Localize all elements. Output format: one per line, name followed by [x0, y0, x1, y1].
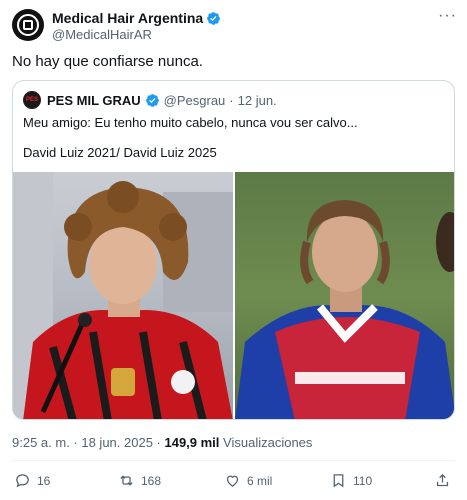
action-bar: 16 168 6 mil 110: [14, 472, 454, 492]
like-count: 6 mil: [247, 473, 273, 488]
author-display-name[interactable]: Medical Hair Argentina: [52, 10, 203, 26]
share-button[interactable]: [434, 472, 451, 489]
quoted-tweet[interactable]: PES PES MIL GRAU @Pesgrau · 12 jun. Meu …: [12, 80, 455, 420]
tweet-text: No hay que confiarse nunca.: [12, 53, 203, 70]
share-icon: [436, 473, 449, 487]
quoted-text-line-2: David Luiz 2021/ David Luiz 2025: [23, 145, 217, 160]
tweet-timestamp[interactable]: 9:25 a. m. · 18 jun. 2025 ·: [12, 435, 164, 450]
author-avatar[interactable]: [12, 9, 44, 41]
tweet-meta: 9:25 a. m. · 18 jun. 2025 · 149,9 mil Vi…: [12, 435, 312, 450]
views-count: 149,9 mil: [164, 435, 220, 450]
like-button[interactable]: 6 mil: [224, 472, 272, 489]
quoted-separator: ·: [229, 92, 234, 108]
views-label: Visualizaciones: [219, 435, 313, 450]
photo-left-illustration: [13, 172, 233, 419]
ellipsis-icon[interactable]: ···: [438, 8, 457, 24]
repost-icon: [120, 475, 133, 486]
quoted-text-line-1: Meu amigo: Eu tenho muito cabelo, nunca …: [23, 115, 358, 130]
heart-icon: [226, 475, 239, 487]
quoted-date: 12 jun.: [237, 92, 277, 108]
quoted-handle: @Pesgrau: [163, 92, 226, 108]
author-handle[interactable]: @MedicalHairAR: [52, 27, 152, 42]
bookmark-button[interactable]: 110: [330, 472, 372, 489]
verified-badge-icon: [145, 93, 159, 107]
quoted-media: [13, 172, 454, 419]
photo-left[interactable]: [13, 172, 233, 419]
quoted-avatar: PES: [23, 91, 41, 109]
quoted-display-name: PES MIL GRAU: [47, 92, 141, 108]
reply-icon: [16, 474, 29, 488]
quoted-header: PES PES MIL GRAU @Pesgrau · 12 jun.: [23, 91, 277, 109]
repost-count: 168: [141, 473, 162, 488]
author-name-row: Medical Hair Argentina: [52, 10, 221, 26]
photo-right-illustration: [235, 200, 454, 419]
bookmark-count: 110: [353, 473, 373, 488]
reply-count: 16: [37, 473, 51, 488]
quoted-avatar-text: PES: [25, 97, 38, 103]
divider: [12, 460, 455, 461]
tweet-header: Medical Hair Argentina @MedicalHairAR ··…: [12, 8, 457, 42]
avatar-logo-icon: [17, 14, 39, 36]
photo-right[interactable]: [235, 172, 454, 419]
repost-button[interactable]: 168: [118, 472, 161, 489]
verified-badge-icon: [207, 11, 221, 25]
bookmark-icon: [333, 474, 344, 488]
reply-button[interactable]: 16: [14, 472, 50, 489]
